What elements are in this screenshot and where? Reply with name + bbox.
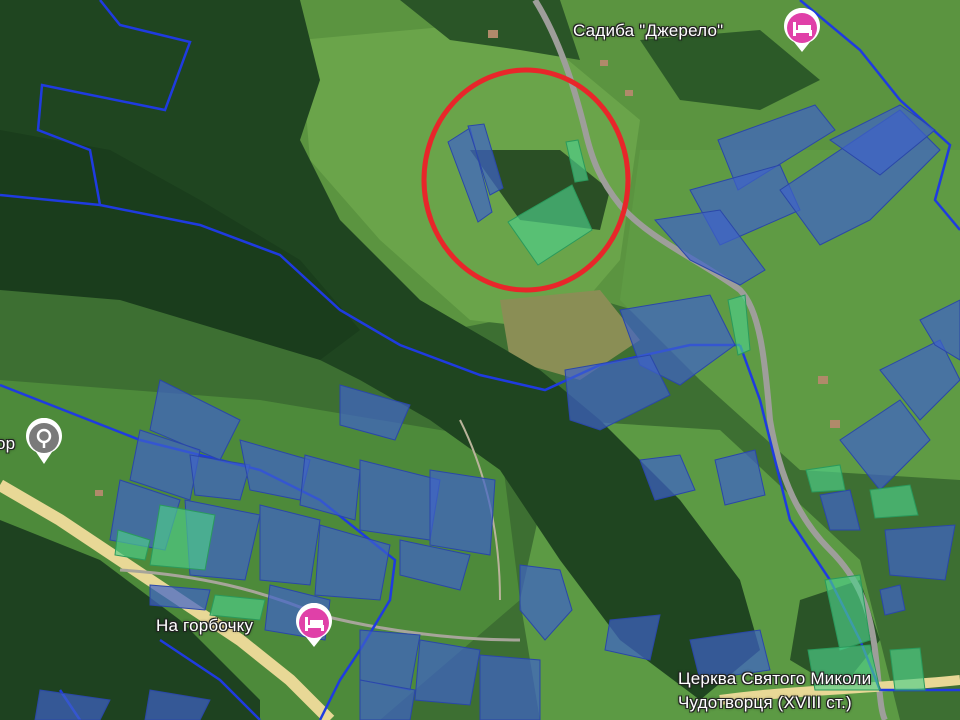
map-canvas[interactable] [0,0,960,720]
hotel-bed-icon [296,602,332,647]
place-label-church-line1[interactable]: Церква Святого Миколи [678,669,871,689]
location-marker[interactable] [24,417,64,471]
place-label-sadyba[interactable]: Садиба "Джерело" [573,21,723,41]
hotel-marker[interactable] [294,602,334,654]
place-label-or[interactable]: ор [0,434,15,454]
hotel-bed-icon [784,7,820,53]
location-pin-icon [26,417,62,464]
place-label-na-horbochku[interactable]: На горбочку [156,616,253,636]
place-label-church-line2[interactable]: Чудотворця (XVIII ст.) [678,693,852,713]
satellite-map[interactable]: Садиба "Джерело" На горбочку ор Церква С… [0,0,960,720]
hotel-marker[interactable] [782,7,822,59]
